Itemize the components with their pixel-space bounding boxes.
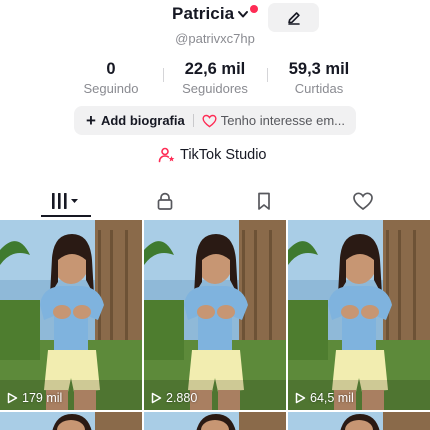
- interests-button[interactable]: Tenho interesse em...: [221, 113, 345, 128]
- add-bio-button[interactable]: Add biografia: [101, 113, 185, 128]
- tab-videos[interactable]: [41, 186, 91, 216]
- stat-likes[interactable]: 59,3 mil Curtidas: [264, 60, 374, 96]
- video-thumbnail[interactable]: 2.880: [144, 220, 286, 410]
- edit-profile-button[interactable]: [268, 3, 319, 32]
- tab-liked[interactable]: [338, 186, 388, 216]
- stat-following[interactable]: 0 Seguindo: [56, 60, 166, 96]
- play-icon: [295, 392, 306, 404]
- active-tab-indicator: [41, 215, 91, 217]
- view-count-text: 64,5 mil: [310, 391, 354, 405]
- lock-icon: [157, 192, 173, 210]
- chevron-down-icon[interactable]: [236, 7, 250, 21]
- thumbnail-image: [0, 220, 142, 410]
- thumbnail-image: [0, 412, 142, 430]
- studio-person-icon: [158, 147, 175, 163]
- stats-divider: [163, 68, 164, 82]
- view-count: 179 mil: [6, 391, 62, 405]
- video-thumbnail[interactable]: [0, 412, 142, 430]
- account-switcher[interactable]: Patricia: [172, 4, 250, 24]
- following-label: Seguindo: [83, 81, 139, 96]
- heart-icon: [353, 192, 373, 211]
- pencil-icon: [287, 11, 300, 25]
- profile-name[interactable]: Patricia: [172, 4, 234, 24]
- view-count: 64,5 mil: [294, 391, 354, 405]
- likes-label: Curtidas: [294, 81, 344, 96]
- following-count: 0: [106, 60, 116, 78]
- profile-stats: 0 Seguindo 22,6 mil Seguidores 59,3 mil …: [0, 60, 430, 100]
- play-icon: [7, 392, 18, 404]
- thumbnail-image: [144, 220, 286, 410]
- thumbnail-image: [288, 220, 430, 410]
- videos-grid-icon: [52, 193, 78, 209]
- bio-bar: + Add biografia Tenho interesse em...: [74, 106, 356, 135]
- video-thumbnail[interactable]: 179 mil: [0, 220, 142, 410]
- play-icon: [151, 392, 162, 404]
- profile-tabs: [0, 186, 430, 218]
- likes-count: 59,3 mil: [288, 60, 350, 78]
- followers-count: 22,6 mil: [184, 60, 246, 78]
- studio-label: TikTok Studio: [180, 147, 267, 163]
- thumbnail-image: [288, 412, 430, 430]
- video-thumbnail[interactable]: 64,5 mil: [288, 220, 430, 410]
- view-count-text: 2.880: [166, 391, 198, 405]
- profile-handle: @patrivxc7hp: [175, 31, 255, 46]
- tab-saved[interactable]: [239, 186, 289, 216]
- video-thumbnail[interactable]: [144, 412, 286, 430]
- bio-separator: [192, 114, 194, 127]
- view-count: 2.880: [150, 391, 197, 405]
- stats-divider: [267, 68, 268, 82]
- thumbnail-image: [144, 412, 286, 430]
- stat-followers[interactable]: 22,6 mil Seguidores: [160, 60, 270, 96]
- followers-label: Seguidores: [182, 81, 248, 96]
- plus-icon[interactable]: +: [86, 112, 96, 129]
- bookmark-icon: [258, 192, 270, 210]
- heart-outline-icon: [202, 114, 217, 127]
- tab-private[interactable]: [140, 186, 190, 216]
- tiktok-studio-link[interactable]: TikTok Studio: [158, 147, 267, 163]
- profile-header: Patricia @patrivxc7hp: [0, 0, 430, 52]
- view-count-text: 179 mil: [22, 391, 63, 405]
- notification-dot: [250, 5, 258, 13]
- video-thumbnail[interactable]: [288, 412, 430, 430]
